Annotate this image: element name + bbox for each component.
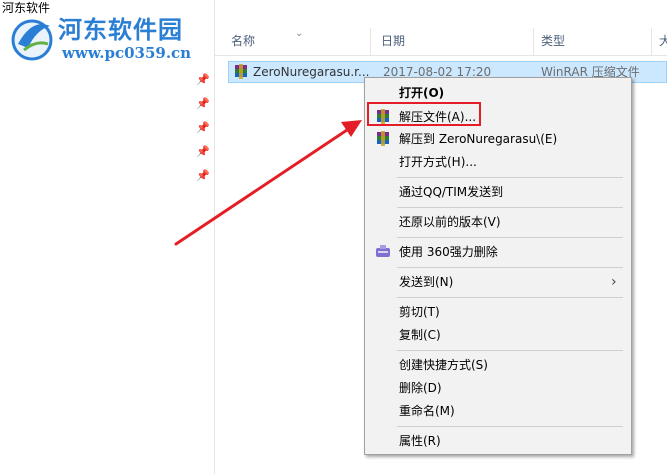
annotation-arrow-icon bbox=[174, 120, 362, 246]
